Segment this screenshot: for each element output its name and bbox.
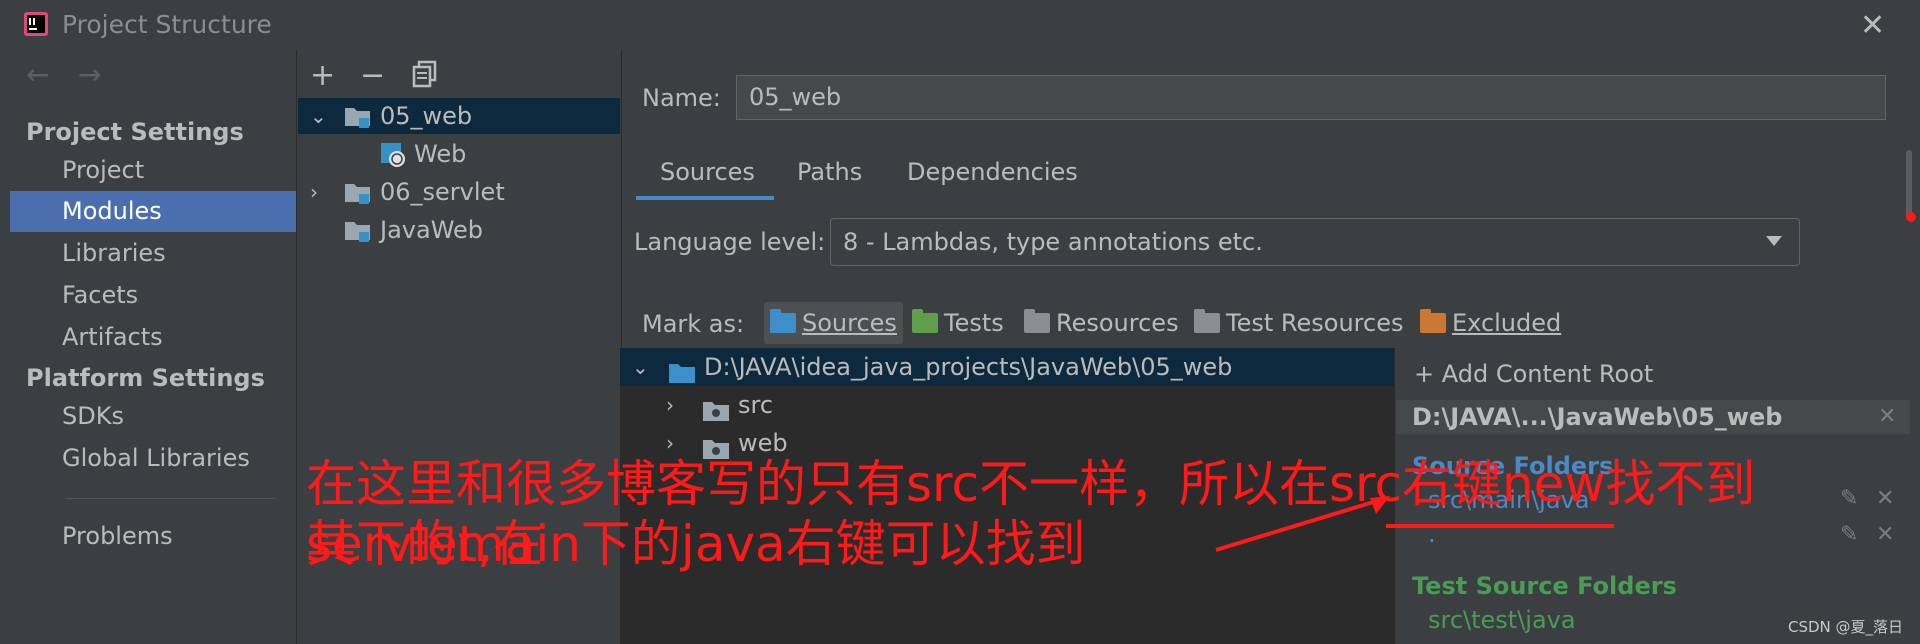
- nav-item-global-libraries[interactable]: Global Libraries: [10, 438, 296, 479]
- mark-sources-button[interactable]: Sources: [764, 302, 903, 344]
- nav-item-sdks[interactable]: SDKs: [10, 396, 296, 437]
- tab-selected-indicator: [636, 196, 774, 200]
- chevron-down-icon[interactable]: ⌄: [632, 348, 649, 386]
- plus-icon: +: [1414, 360, 1442, 388]
- test-source-folders-title: Test Source Folders: [1412, 572, 1677, 600]
- chevron-right-icon[interactable]: ›: [310, 174, 318, 210]
- test-resources-folder-icon: [1194, 309, 1220, 333]
- content-child-src[interactable]: › src: [620, 386, 1394, 424]
- copy-icon[interactable]: [412, 60, 438, 92]
- watermark: CSDN @夏_落日: [1788, 618, 1904, 636]
- tree-item-06-servlet[interactable]: › 06_servlet: [298, 174, 620, 210]
- nav-divider: [66, 498, 276, 499]
- close-icon[interactable]: ✕: [1860, 8, 1885, 43]
- chevron-down-icon[interactable]: ⌄: [310, 98, 327, 134]
- intellij-logo-icon: [24, 12, 48, 36]
- module-name-input[interactable]: 05_web: [736, 75, 1886, 120]
- nav-item-artifacts[interactable]: Artifacts: [10, 317, 296, 358]
- tab-dependencies[interactable]: Dependencies: [907, 158, 1078, 198]
- sources-folder-icon: [770, 309, 796, 333]
- tree-item-web[interactable]: Web: [298, 136, 620, 172]
- arrow-right-icon[interactable]: →: [78, 58, 101, 91]
- nav-item-project[interactable]: Project: [10, 150, 296, 191]
- language-level-label: Language level:: [634, 228, 826, 256]
- test-folder-path[interactable]: src\test\java: [1428, 606, 1576, 634]
- chevron-down-icon[interactable]: [1766, 236, 1782, 246]
- close-icon[interactable]: ✕: [1878, 404, 1896, 429]
- mark-excluded-button[interactable]: Excluded: [1414, 302, 1567, 344]
- tree-item-javaweb[interactable]: JavaWeb: [298, 212, 620, 248]
- excluded-folder-icon: [1420, 309, 1446, 333]
- tab-sources[interactable]: Sources: [660, 158, 755, 198]
- language-level-select[interactable]: 8 - Lambdas, type annotations etc.: [830, 218, 1800, 266]
- web-facet-icon: [380, 142, 406, 178]
- nav-section-project-settings: Project Settings: [26, 118, 244, 146]
- nav-item-libraries[interactable]: Libraries: [10, 233, 296, 274]
- window-title: Project Structure: [62, 10, 272, 39]
- mark-tests-button[interactable]: Tests: [906, 302, 1010, 344]
- nav-section-platform-settings: Platform Settings: [26, 364, 265, 392]
- annotation-arrow-icon: [1215, 496, 1614, 552]
- arrow-left-icon[interactable]: ←: [26, 58, 49, 91]
- remove-module-button[interactable]: −: [360, 58, 385, 93]
- add-module-button[interactable]: +: [310, 58, 335, 93]
- nav-item-modules[interactable]: Modules: [10, 191, 296, 232]
- module-folder-icon: [344, 104, 372, 140]
- chevron-right-icon[interactable]: ›: [666, 386, 674, 424]
- name-label: Name:: [642, 84, 721, 112]
- nav-item-problems[interactable]: Problems: [10, 516, 296, 557]
- resources-folder-icon: [1024, 309, 1050, 333]
- annotation-line-2: 其下的main下的java右键可以找到: [306, 515, 1086, 573]
- module-folder-icon: [344, 180, 372, 216]
- content-root-row[interactable]: ⌄ D:\JAVA\idea_java_projects\JavaWeb\05_…: [620, 348, 1394, 386]
- nav-item-facets[interactable]: Facets: [10, 275, 296, 316]
- add-content-root-button[interactable]: + Add Content Root: [1414, 360, 1653, 388]
- mark-resources-button[interactable]: Resources: [1018, 302, 1185, 344]
- tree-item-05-web[interactable]: ⌄ 05_web: [298, 98, 620, 134]
- title-bar: [0, 0, 1920, 50]
- scroll-marker-icon: [1906, 212, 1916, 222]
- mark-test-resources-button[interactable]: Test Resources: [1188, 302, 1409, 344]
- tab-paths[interactable]: Paths: [797, 158, 862, 198]
- content-root-header: D:\JAVA\...\JavaWeb\05_web: [1396, 400, 1910, 434]
- tests-folder-icon: [912, 309, 938, 333]
- module-folder-icon: [344, 218, 372, 254]
- mark-as-label: Mark as:: [642, 310, 745, 338]
- scrollbar[interactable]: [1906, 150, 1912, 220]
